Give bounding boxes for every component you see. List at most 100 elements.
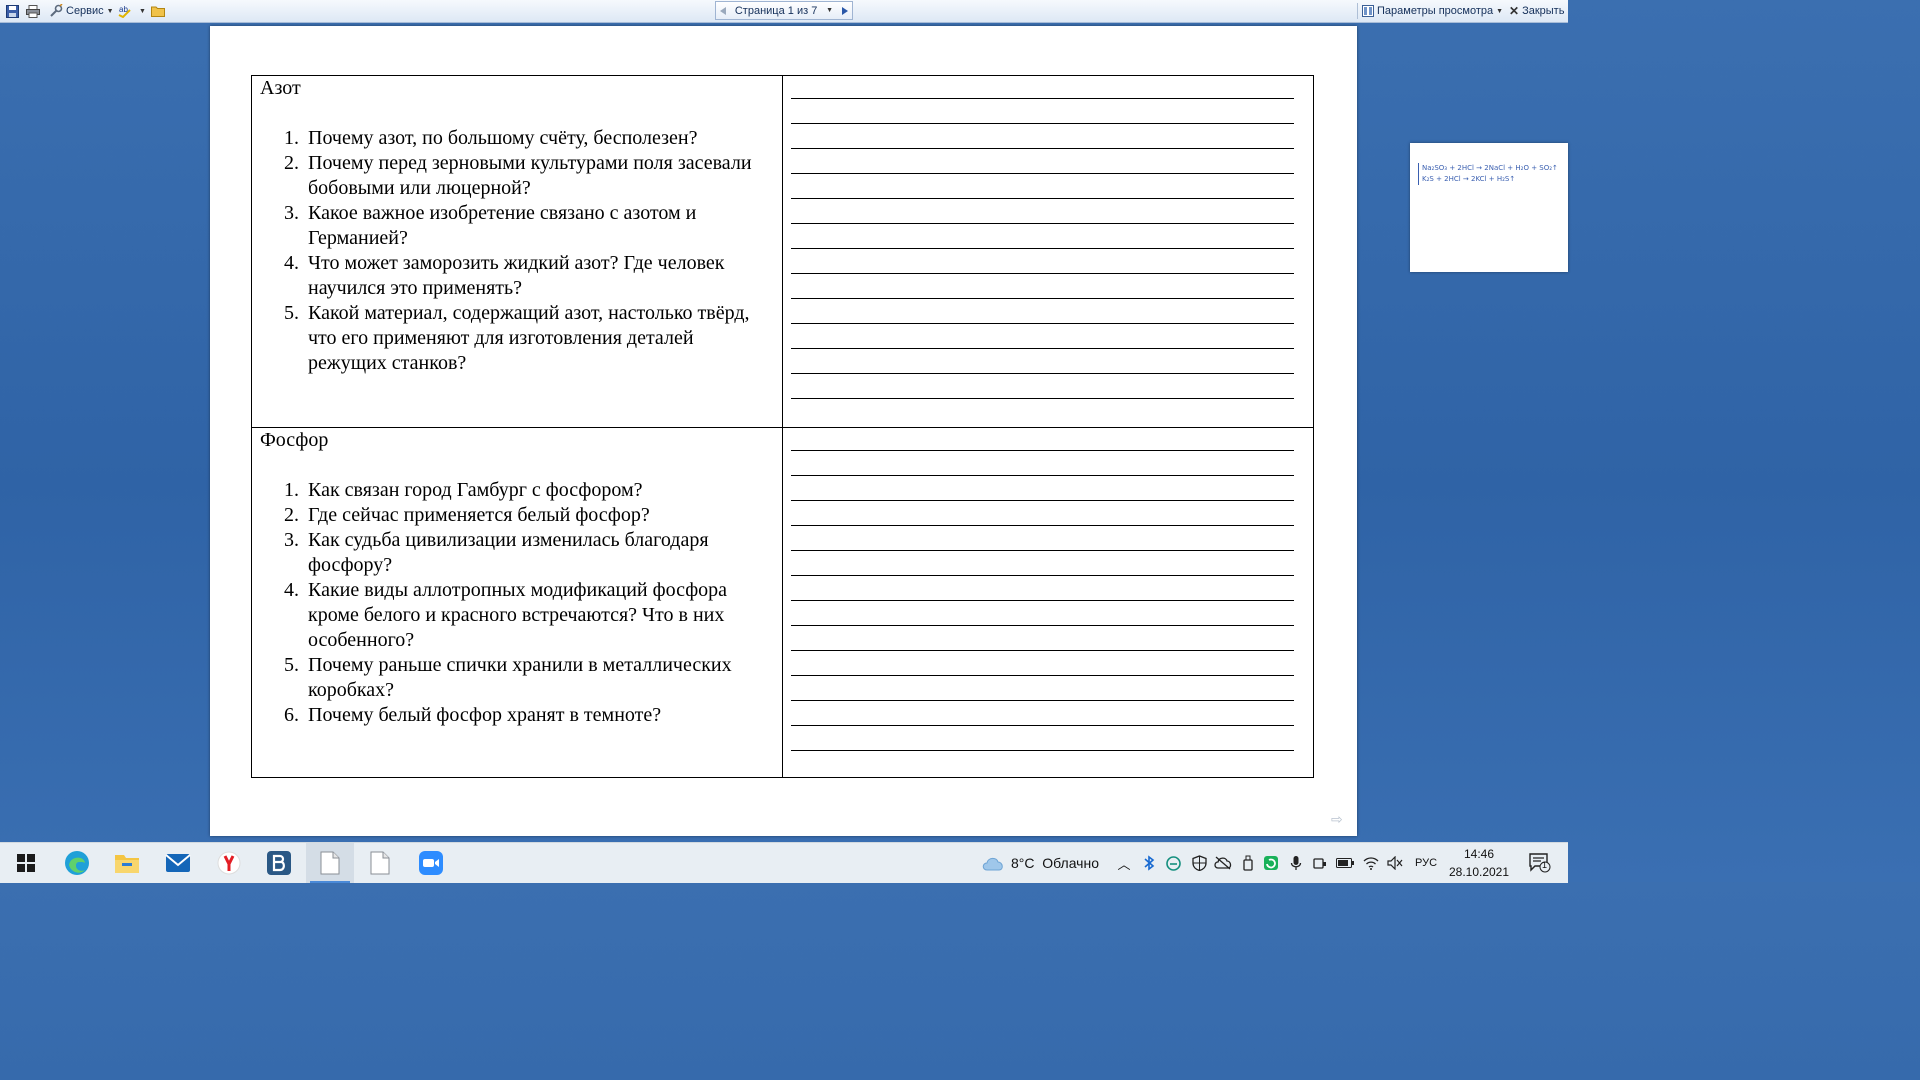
battery-tray[interactable] xyxy=(1334,843,1356,883)
answer-line xyxy=(791,750,1294,751)
volume-tray[interactable] xyxy=(1384,843,1406,883)
list-item: 5. Какой материал, содержащий азот, насто… xyxy=(284,302,750,374)
document-icon xyxy=(320,851,340,875)
notification-badge: 1 xyxy=(1542,860,1548,870)
bluetooth-tray[interactable] xyxy=(1140,843,1158,883)
chevron-down-icon: ▼ xyxy=(106,7,114,15)
edge-browser-icon xyxy=(65,851,89,875)
volume-muted-icon xyxy=(1387,856,1403,870)
yandex-browser-icon xyxy=(217,851,241,875)
list-item: 2. Почему перед зерновыми культурами поля… xyxy=(284,152,752,199)
app-tray[interactable] xyxy=(1260,843,1282,883)
taskbar-yandex-browser[interactable] xyxy=(206,843,252,883)
chevron-down-icon: ▼ xyxy=(139,7,146,15)
list-item: 1. Почему азот, по большому счёту, беспол… xyxy=(284,127,698,149)
language-label: РУС xyxy=(1414,857,1438,869)
answer-line xyxy=(791,550,1294,551)
open-folder-button[interactable] xyxy=(151,0,165,22)
usb-drive-icon xyxy=(1243,855,1253,871)
show-hidden-icons-button[interactable]: ︿ xyxy=(1114,843,1134,883)
answer-line xyxy=(791,725,1294,726)
security-tray[interactable] xyxy=(1188,843,1210,883)
answer-line xyxy=(791,650,1294,651)
question-list: 1. Почему азот, по большому счёту, беспол… xyxy=(260,126,775,376)
answer-line xyxy=(791,625,1294,626)
vk-icon xyxy=(267,851,291,875)
wifi-icon xyxy=(1363,857,1379,870)
notification-center-button[interactable]: 1 xyxy=(1520,843,1560,883)
cloud-icon xyxy=(982,857,1003,871)
next-page-icon[interactable] xyxy=(841,6,848,15)
edge-small-icon xyxy=(1165,855,1181,871)
answer-line xyxy=(791,525,1294,526)
answer-line xyxy=(791,323,1294,324)
answer-line xyxy=(791,475,1294,476)
toolbar-divider xyxy=(1357,3,1358,19)
answer-line xyxy=(791,248,1294,249)
taskbar-document-window-2[interactable] xyxy=(356,843,404,883)
clock-date: 28.10.2021 xyxy=(1448,865,1510,879)
section-phosphorus-answer-lines xyxy=(783,427,1313,778)
print-button[interactable] xyxy=(26,0,40,22)
close-icon: ✕ xyxy=(1509,4,1520,18)
wifi-tray[interactable] xyxy=(1360,843,1382,883)
chevron-down-icon[interactable]: ▼ xyxy=(826,7,833,14)
list-item: 5. Почему раньше спички хранили в металли… xyxy=(284,654,732,701)
list-item: 1. Как связан город Гамбург с фосфором? xyxy=(284,479,643,501)
weather-text: 8°C Облачно xyxy=(1010,855,1099,871)
system-clock[interactable]: 14:46 28.10.2021 xyxy=(1448,845,1510,881)
service-menu-button[interactable]: Сервис ▼ xyxy=(49,0,114,22)
taskbar: 8°C Облачно ︿ РУС 14:46 28.10.2021 1 xyxy=(0,842,1568,883)
spelling-check-icon: ab xyxy=(118,5,131,18)
save-icon xyxy=(6,4,19,18)
device-tray[interactable] xyxy=(1310,843,1330,883)
taskbar-file-explorer[interactable] xyxy=(104,843,150,883)
clock-time: 14:46 xyxy=(1463,847,1495,861)
mail-icon xyxy=(165,854,191,872)
taskbar-document-window-1[interactable] xyxy=(306,843,354,883)
answer-line xyxy=(791,675,1294,676)
cloud-offline-icon xyxy=(1214,856,1232,870)
list-item: 3. Как судьба цивилизации изменилась благ… xyxy=(284,529,709,576)
answer-line xyxy=(791,148,1294,149)
view-options-button[interactable]: Параметры просмотра ▼ xyxy=(1362,0,1503,22)
chevron-up-icon: ︿ xyxy=(1117,856,1131,872)
page-navigator[interactable]: Страница 1 из 7 ▼ xyxy=(715,1,853,20)
answer-line xyxy=(791,373,1294,374)
spelling-button[interactable]: ab ▼ xyxy=(118,0,146,22)
edge-tray[interactable] xyxy=(1162,843,1184,883)
onedrive-tray[interactable] xyxy=(1212,843,1234,883)
bluetooth-icon xyxy=(1144,855,1155,871)
usb-tray[interactable] xyxy=(1238,843,1258,883)
answer-line xyxy=(791,450,1294,451)
language-indicator[interactable]: РУС xyxy=(1408,843,1444,883)
answer-line xyxy=(791,173,1294,174)
answer-line xyxy=(791,98,1294,99)
answer-line xyxy=(791,198,1294,199)
microphone-tray[interactable] xyxy=(1286,843,1306,883)
section-nitrogen-questions: Азот 1. Почему азот, по большому счёту, б… xyxy=(252,76,783,427)
taskbar-zoom[interactable] xyxy=(408,843,454,883)
taskbar-edge[interactable] xyxy=(54,843,100,883)
next-page-thumbnail[interactable]: Na₂SO₃ + 2HCl → 2NaCl + H₂O + SO₂↑ K₂S +… xyxy=(1410,143,1568,272)
previous-page-icon[interactable] xyxy=(720,6,726,15)
taskbar-mail[interactable] xyxy=(154,843,202,883)
document-icon xyxy=(370,851,390,875)
shield-icon xyxy=(1191,855,1207,871)
weather-widget[interactable]: 8°C Облачно xyxy=(976,843,1104,883)
page-indicator[interactable]: Страница 1 из 7 xyxy=(735,5,817,17)
answer-line xyxy=(791,223,1294,224)
answer-line xyxy=(791,273,1294,274)
answer-line xyxy=(791,398,1294,399)
taskbar-vk[interactable] xyxy=(256,843,302,883)
close-button[interactable]: ✕ Закрыть xyxy=(1509,0,1564,22)
arrow-right-icon: ⇨ xyxy=(1331,812,1343,828)
section-title: Азот xyxy=(260,77,301,99)
start-button[interactable] xyxy=(4,843,48,883)
zoom-icon xyxy=(419,851,443,875)
save-button[interactable] xyxy=(6,0,19,22)
section-title: Фосфор xyxy=(260,429,329,451)
answer-line xyxy=(791,600,1294,601)
folder-icon xyxy=(115,855,139,873)
section-phosphorus-questions: Фосфор 1. Как связан город Гамбург с фосф… xyxy=(252,427,783,778)
